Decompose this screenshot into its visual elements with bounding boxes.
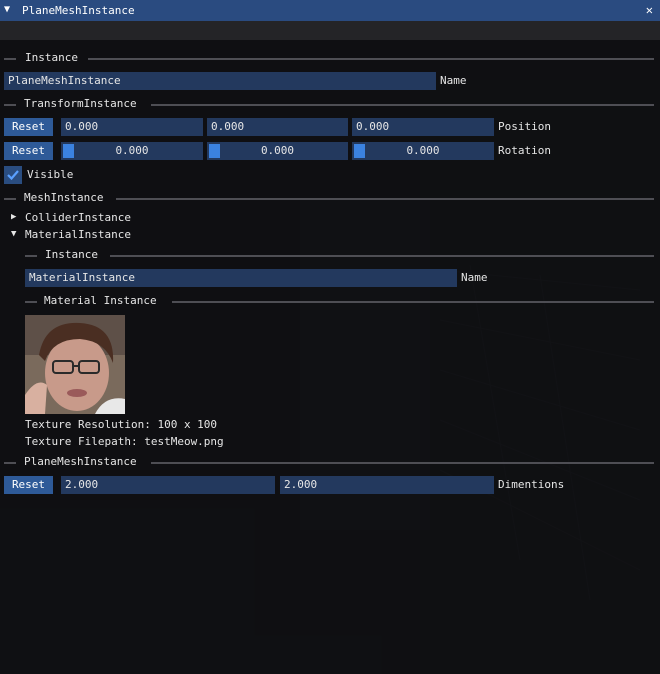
separator xyxy=(151,104,654,106)
plane-header: PlaneMeshInstance xyxy=(24,455,137,468)
material-name-input[interactable]: MaterialInstance xyxy=(25,269,457,287)
inspector-window: ▼ PlaneMeshInstance ✕ Instance PlaneMesh… xyxy=(0,0,660,674)
position-x-input[interactable]: 0.000 xyxy=(61,118,203,136)
separator xyxy=(4,104,16,106)
separator xyxy=(4,58,16,60)
visible-checkbox[interactable] xyxy=(4,166,22,184)
close-icon[interactable]: ✕ xyxy=(646,3,653,17)
rotation-y-slider[interactable]: 0.000 xyxy=(207,142,348,160)
dimensions-label: Dimentions xyxy=(498,478,565,491)
checkmark-icon xyxy=(7,170,19,181)
position-label: Position xyxy=(498,120,551,133)
collapsed-arrow-icon[interactable]: ▶ xyxy=(11,210,16,224)
expanded-arrow-icon[interactable]: ▼ xyxy=(11,227,16,241)
rotation-x-slider[interactable]: 0.000 xyxy=(61,142,203,160)
instance-header: Instance xyxy=(25,51,78,64)
dimensions-reset-button[interactable]: Reset xyxy=(4,476,53,494)
mesh-header: MeshInstance xyxy=(24,191,104,204)
separator xyxy=(4,198,16,200)
visible-label: Visible xyxy=(27,168,74,181)
rotation-label: Rotation xyxy=(498,144,551,157)
rotation-y-value: 0.000 xyxy=(260,144,295,157)
separator xyxy=(172,301,654,303)
slider-grab[interactable] xyxy=(63,144,74,158)
separator xyxy=(88,58,654,60)
collider-instance-node[interactable]: ColliderInstance xyxy=(25,211,131,225)
window-title: PlaneMeshInstance xyxy=(22,4,135,17)
texture-resolution-text: Texture Resolution: 100 x 100 xyxy=(25,418,218,431)
separator xyxy=(25,255,37,257)
position-y-input[interactable]: 0.000 xyxy=(207,118,348,136)
separator xyxy=(110,255,654,257)
dimension-y-input[interactable]: 2.000 xyxy=(280,476,494,494)
name-label: Name xyxy=(440,74,467,87)
material-section-header: Material Instance xyxy=(44,294,157,307)
rotation-reset-button[interactable]: Reset xyxy=(4,142,53,160)
dimension-x-input[interactable]: 2.000 xyxy=(61,476,275,494)
slider-grab[interactable] xyxy=(209,144,220,158)
rotation-z-slider[interactable]: 0.000 xyxy=(352,142,494,160)
name-input[interactable]: PlaneMeshInstance xyxy=(4,72,436,90)
title-bar[interactable]: ▼ PlaneMeshInstance ✕ xyxy=(0,0,660,21)
separator xyxy=(151,462,654,464)
texture-filepath-text: Texture Filepath: testMeow.png xyxy=(25,435,224,448)
slider-grab[interactable] xyxy=(354,144,365,158)
material-instance-node[interactable]: MaterialInstance xyxy=(25,228,131,242)
rotation-x-value: 0.000 xyxy=(115,144,149,157)
position-reset-button[interactable]: Reset xyxy=(4,118,53,136)
texture-preview-image xyxy=(25,315,125,414)
separator xyxy=(116,198,654,200)
material-instance-header: Instance xyxy=(45,248,98,261)
separator xyxy=(4,462,16,464)
material-name-label: Name xyxy=(461,271,488,284)
menu-bar xyxy=(0,21,660,40)
position-z-input[interactable]: 0.000 xyxy=(352,118,494,136)
collapse-triangle-icon[interactable]: ▼ xyxy=(4,4,10,15)
separator xyxy=(25,301,37,303)
transform-header: TransformInstance xyxy=(24,97,137,110)
rotation-z-value: 0.000 xyxy=(406,144,440,157)
